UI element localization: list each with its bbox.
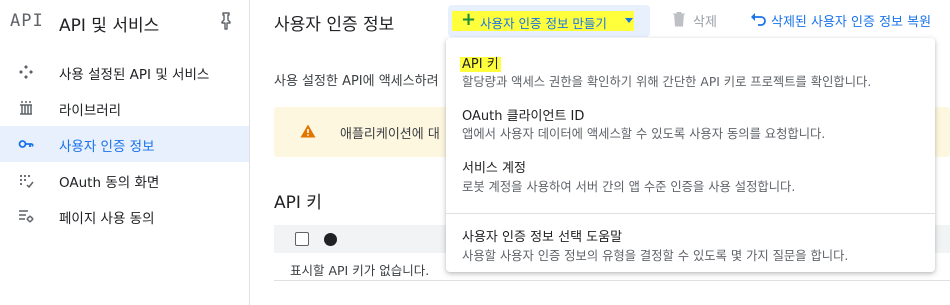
sidebar-item-page-usage-consent[interactable]: 페이지 사용 동의 [0, 198, 249, 234]
warning-icon [300, 124, 316, 138]
menu-item-title: 서비스 계정 [462, 161, 526, 176]
library-icon [20, 101, 32, 115]
status-dot-icon [324, 233, 337, 246]
api-keys-section-title: API 키 [274, 193, 322, 213]
menu-item-subtitle: 앱에서 사용자 데이터에 액세스할 수 있도록 사용자 동의를 요청합니다. [462, 127, 826, 141]
select-all-checkbox[interactable] [295, 232, 309, 246]
pin-icon[interactable] [218, 12, 234, 30]
warning-text: 애플리케이션에 대 [340, 127, 440, 142]
api-logo: API [10, 11, 44, 31]
sidebar-item-label: 사용 설정된 API 및 서비스 [59, 67, 210, 83]
sidebar: API API 및 서비스 사용 설정된 API 및 서비스 라이브러리 사용자… [0, 0, 250, 305]
delete-label: 삭제 [693, 15, 717, 30]
sidebar-item-label: OAuth 동의 화면 [59, 175, 160, 191]
create-credentials-label: 사용자 인증 정보 만들기 [480, 16, 607, 31]
sidebar-item-library[interactable]: 라이브러리 [0, 90, 249, 126]
sidebar-header: API API 및 서비스 [0, 0, 250, 44]
create-credentials-menu: API 키 할당량과 액세스 권한을 확인하기 위해 간단한 API 키로 프로… [446, 38, 935, 272]
page-title: 사용자 인증 정보 [274, 15, 395, 35]
sidebar-item-oauth-consent[interactable]: OAuth 동의 화면 [0, 162, 249, 198]
restore-label: 삭제된 사용자 인증 정보 복원 [771, 15, 932, 30]
menu-item-api-key[interactable]: API 키 할당량과 액세스 권한을 확인하기 위해 간단한 API 키로 프로… [446, 38, 935, 94]
sidebar-item-label: 페이지 사용 동의 [59, 211, 155, 227]
description-text: 사용 설정한 API에 액세스하려 [274, 74, 439, 89]
menu-item-help-me-choose[interactable]: 사용자 인증 정보 선택 도움말 사용할 사용자 인증 정보의 유형을 결정할 … [446, 214, 935, 272]
menu-item-subtitle: 할당량과 액세스 권한을 확인하기 위해 간단한 API 키로 프로젝트를 확인… [462, 75, 872, 89]
plus-icon: + [461, 9, 477, 30]
sidebar-title: API 및 서비스 [59, 16, 160, 36]
menu-item-title: OAuth 클라이언트 ID [462, 109, 585, 124]
sidebar-item-credentials[interactable]: 사용자 인증 정보 [0, 126, 249, 162]
sidebar-item-label: 사용자 인증 정보 [59, 139, 155, 155]
menu-item-oauth-client-id[interactable]: OAuth 클라이언트 ID 앱에서 사용자 데이터에 액세스할 수 있도록 사… [446, 96, 935, 148]
trash-icon [673, 12, 685, 27]
empty-table-message: 표시할 API 키가 없습니다. [290, 263, 430, 278]
menu-item-title: 사용자 인증 정보 선택 도움말 [462, 230, 623, 245]
key-icon [18, 140, 34, 148]
create-credentials-button[interactable]: + 사용자 인증 정보 만들기 [448, 5, 650, 37]
menu-item-subtitle: 로봇 계정을 사용하여 서버 간의 앱 수준 인증을 사용 설정합니다. [462, 180, 796, 194]
api-diamond-icon [19, 65, 33, 79]
menu-item-service-account[interactable]: 서비스 계정 로봇 계정을 사용하여 서버 간의 앱 수준 인증을 사용 설정합… [446, 148, 935, 204]
sidebar-item-label: 라이브러리 [59, 103, 122, 119]
menu-item-subtitle: 사용할 사용자 인증 정보의 유형을 결정할 수 있도록 몇 가지 질문을 합니… [462, 249, 849, 263]
sidebar-item-enabled-apis[interactable]: 사용 설정된 API 및 서비스 [0, 54, 249, 90]
caret-down-icon [625, 18, 633, 23]
consent-dots-icon [19, 174, 34, 188]
undo-icon [751, 13, 766, 26]
settings-list-icon [19, 210, 34, 223]
menu-item-title: API 키 [460, 57, 501, 72]
